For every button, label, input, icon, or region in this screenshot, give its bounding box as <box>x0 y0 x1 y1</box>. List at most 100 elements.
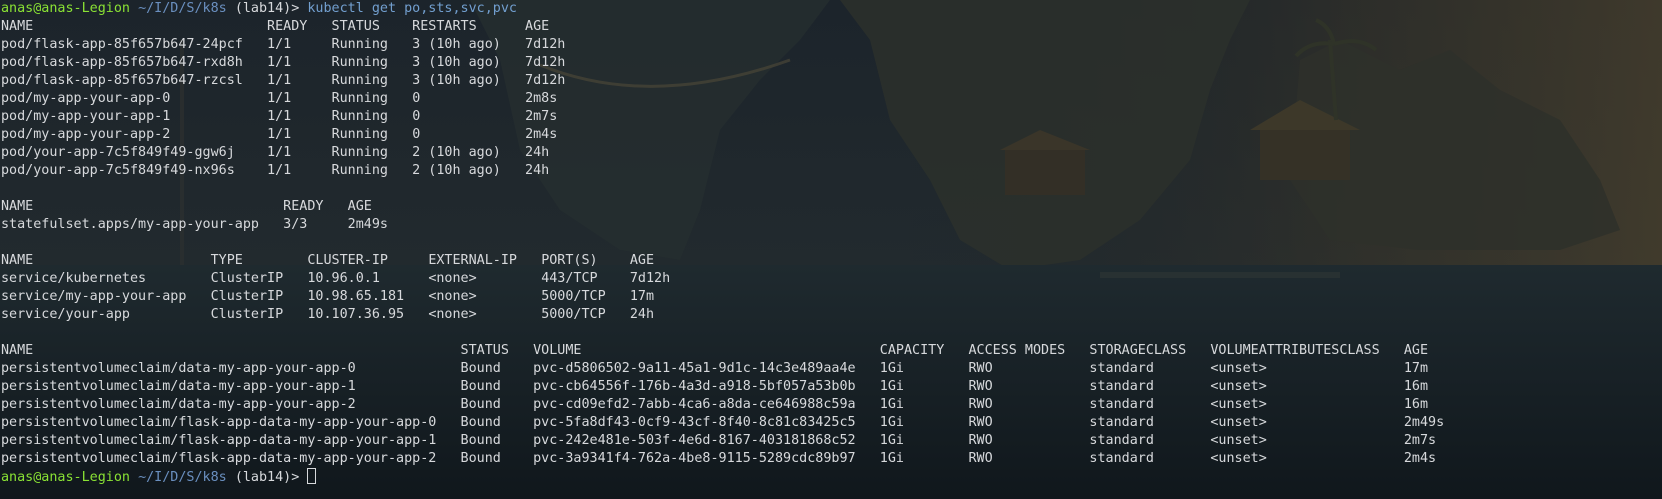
service-port-s-cell: 443/TCP <box>541 271 598 286</box>
column-gap <box>243 55 267 70</box>
column-gap <box>307 217 347 232</box>
column-gap <box>420 91 525 106</box>
column-gap <box>904 397 969 412</box>
column-gap <box>436 415 460 430</box>
statefulset-row[interactable]: statefulset.apps/my-app-your-app 3/3 2m4… <box>1 216 1444 234</box>
service-type-cell: ClusterIP <box>210 289 284 304</box>
pod-status-cell: Running <box>331 91 388 106</box>
column-gap <box>307 19 331 34</box>
column-gap <box>904 451 969 466</box>
column-gap <box>1154 433 1210 448</box>
pvc-row[interactable]: persistentvolumeclaim/flask-app-data-my-… <box>1 414 1444 432</box>
column-gap <box>993 361 1090 376</box>
column-gap <box>1267 433 1404 448</box>
column-gap <box>436 451 460 466</box>
pod-ready-cell: 1/1 <box>267 145 292 160</box>
prompt-symbol: > <box>291 470 308 485</box>
pod-age-header: AGE <box>525 19 550 34</box>
prompt-symbol: > <box>291 1 308 16</box>
column-gap <box>388 55 412 70</box>
pvc-row[interactable]: persistentvolumeclaim/data-my-app-your-a… <box>1 396 1444 414</box>
pod-row[interactable]: pod/flask-app-85f657b647-24pcf 1/1 Runni… <box>1 36 1444 54</box>
pvc-age-cell: 17m <box>1403 361 1429 376</box>
command-text: kubectl get po,sts,svc,pvc <box>307 1 517 16</box>
pvc-row[interactable]: persistentvolumeclaim/data-my-app-your-a… <box>1 360 1444 378</box>
pvc-volumeattributesclass-cell: <unset> <box>1210 361 1267 376</box>
pvc-capacity-header: CAPACITY <box>879 343 945 358</box>
pod-status-cell: Running <box>331 163 388 178</box>
pod-ready-cell: 1/1 <box>267 73 292 88</box>
pod-ready-cell: 1/1 <box>267 109 292 124</box>
pod-age-cell: 7d12h <box>525 73 566 88</box>
pod-row[interactable]: pod/flask-app-85f657b647-rzcsl 1/1 Runni… <box>1 72 1444 90</box>
pvc-status-cell: Bound <box>460 415 501 430</box>
pod-row[interactable]: pod/your-app-7c5f849f49-ggw6j 1/1 Runnin… <box>1 144 1444 162</box>
pvc-capacity-cell: 1Gi <box>879 397 904 412</box>
pod-restarts-cell: 3 (10h ago) <box>412 37 501 52</box>
pod-row[interactable]: pod/flask-app-85f657b647-rxd8h 1/1 Runni… <box>1 54 1444 72</box>
pod-name-cell: pod/my-app-your-app-1 <box>1 109 171 124</box>
column-gap <box>291 145 331 160</box>
service-row[interactable]: service/your-app ClusterIP 10.107.36.95 … <box>1 306 1444 324</box>
pvc-name-cell: persistentvolumeclaim/data-my-app-your-a… <box>1 379 356 394</box>
pod-status-cell: Running <box>331 109 388 124</box>
column-gap <box>356 379 461 394</box>
pod-age-cell: 24h <box>525 145 550 160</box>
column-gap <box>404 289 428 304</box>
column-gap <box>291 73 331 88</box>
column-gap <box>856 361 880 376</box>
pvc-row[interactable]: persistentvolumeclaim/flask-app-data-my-… <box>1 450 1444 468</box>
pod-row[interactable]: pod/your-app-7c5f849f49-nx96s 1/1 Runnin… <box>1 162 1444 180</box>
statefulset-age-cell: 2m49s <box>347 217 388 232</box>
pvc-volumeattributesclass-cell: <unset> <box>1210 397 1267 412</box>
pod-name-cell: pod/my-app-your-app-2 <box>1 127 171 142</box>
prompt-user: anas@anas-Legion <box>1 470 130 485</box>
pvc-access-modes-header: ACCESS MODES <box>968 343 1066 358</box>
service-row[interactable]: service/my-app-your-app ClusterIP 10.98.… <box>1 288 1444 306</box>
pvc-age-header: AGE <box>1403 343 1429 358</box>
column-gap <box>477 19 525 34</box>
pod-name-cell: pod/flask-app-85f657b647-rxd8h <box>1 55 243 70</box>
pvc-age-cell: 16m <box>1403 397 1429 412</box>
column-gap <box>501 145 525 160</box>
pvc-storageclass-cell: standard <box>1089 415 1154 430</box>
column-gap <box>517 253 541 268</box>
prompt-path: ~/I/D/S/k8s <box>138 1 227 16</box>
column-gap <box>186 289 210 304</box>
column-gap <box>1267 361 1404 376</box>
service-row[interactable]: service/kubernetes ClusterIP 10.96.0.1 <… <box>1 270 1444 288</box>
pvc-status-cell: Bound <box>460 361 501 376</box>
column-gap <box>323 199 347 214</box>
column-gap <box>501 433 533 448</box>
prompt-line-current: anas@anas-Legion ~/I/D/S/k8s (lab14)> <box>1 468 1444 486</box>
pod-header-row: NAME READY STATUS RESTARTS AGE <box>1 18 1444 36</box>
cursor-block[interactable] <box>307 468 317 484</box>
pvc-age-cell: 2m4s <box>1403 451 1437 466</box>
column-gap <box>388 91 412 106</box>
column-gap <box>993 415 1090 430</box>
pod-restarts-header: RESTARTS <box>412 19 477 34</box>
service-age-cell: 7d12h <box>629 271 671 286</box>
pod-row[interactable]: pod/my-app-your-app-2 1/1 Running 0 2m4s <box>1 126 1444 144</box>
terminal-output[interactable]: anas@anas-Legion ~/I/D/S/k8s (lab14)> ku… <box>1 0 1444 486</box>
service-port-s-header: PORT(S) <box>541 253 598 268</box>
column-gap <box>380 19 412 34</box>
column-gap <box>388 145 412 160</box>
pod-row[interactable]: pod/my-app-your-app-1 1/1 Running 0 2m7s <box>1 108 1444 126</box>
column-gap <box>170 109 267 124</box>
service-age-header: AGE <box>629 253 655 268</box>
pvc-access-modes-cell: RWO <box>968 361 993 376</box>
column-gap <box>420 127 525 142</box>
pod-name-cell: pod/flask-app-85f657b647-24pcf <box>1 37 243 52</box>
pvc-row[interactable]: persistentvolumeclaim/flask-app-data-my-… <box>1 432 1444 450</box>
pod-row[interactable]: pod/my-app-your-app-0 1/1 Running 0 2m8s <box>1 90 1444 108</box>
service-age-cell: 17m <box>629 289 655 304</box>
column-gap <box>856 451 880 466</box>
pvc-volumeattributesclass-cell: <unset> <box>1210 415 1267 430</box>
pvc-row[interactable]: persistentvolumeclaim/data-my-app-your-a… <box>1 378 1444 396</box>
prompt-env: (lab14) <box>234 1 292 16</box>
column-gap <box>993 397 1090 412</box>
column-gap <box>501 55 525 70</box>
